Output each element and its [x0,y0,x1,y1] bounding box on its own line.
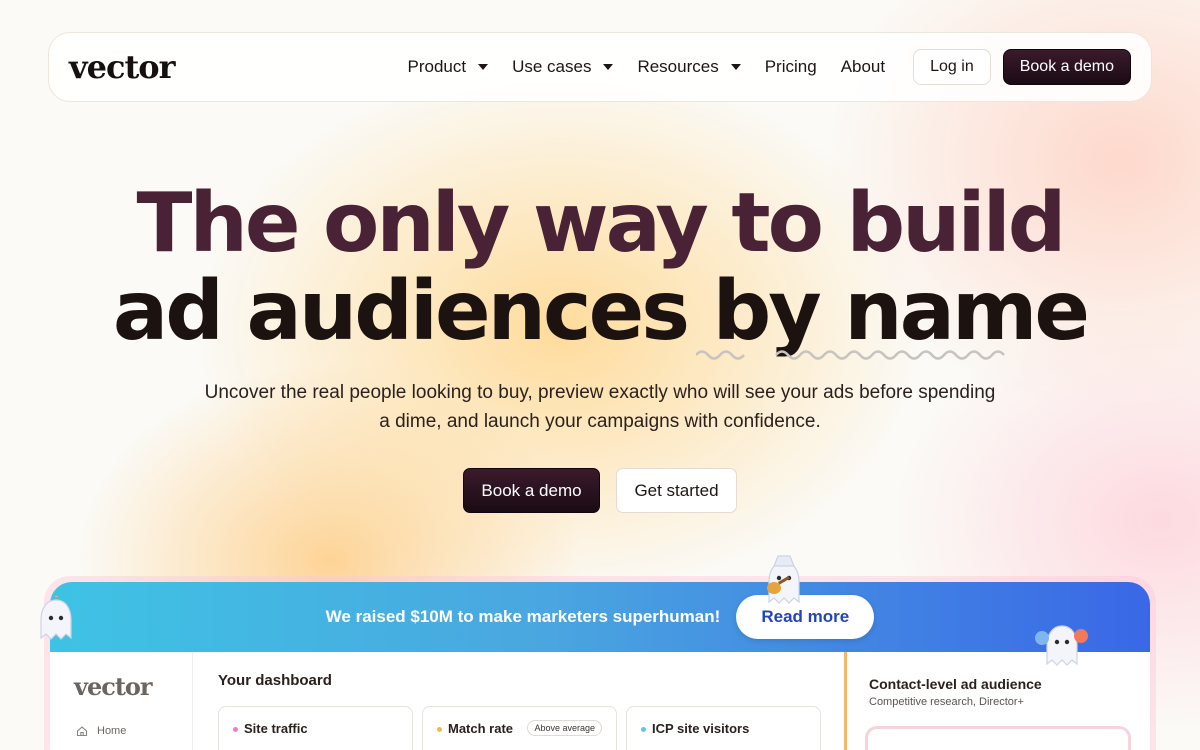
hero-title-line1: The only way to build [136,176,1067,271]
card-icp-site-visitors[interactable]: ICP site visitors [626,706,821,750]
caret-down-icon [603,64,614,70]
get-started-button[interactable]: Get started [616,468,737,513]
nav-item-resources[interactable]: Resources [637,57,741,77]
card-match-rate[interactable]: Match rate Above average [422,706,617,750]
card-dot [437,727,442,732]
nav-book-demo-button[interactable]: Book a demo [1002,49,1131,85]
dashboard-sidebar: vector Home [50,652,193,750]
caret-down-icon [730,64,741,70]
above-average-badge: Above average [527,720,602,736]
dashboard-logo: vector [74,672,153,701]
home-icon [76,726,88,737]
squiggle-underline [696,350,1005,360]
brand-logo[interactable]: vector [69,51,175,83]
audience-contact-card[interactable] [865,726,1131,750]
hero-title: The only way to build ad audiences by na… [0,180,1200,356]
dashboard-preview-frame: We raised $10M to make marketers superhu… [44,576,1156,750]
top-navbar: vector Product Use cases Resources Prici… [48,32,1152,102]
cta-row: Book a demo Get started [0,468,1200,513]
card-label: ICP site visitors [652,721,750,736]
announcement-banner: We raised $10M to make marketers superhu… [50,582,1150,652]
hero-title-line2: ad audiences by name [112,264,1090,359]
dashboard-body: vector Home Your dashboard Site traffic … [50,652,1150,750]
nav-item-label: About [840,57,886,76]
ghost-mascot-guitar-icon [767,555,800,604]
dashboard-preview: We raised $10M to make marketers superhu… [50,582,1150,750]
banner-text: We raised $10M to make marketers superhu… [325,607,721,626]
sidebar-item-label: Home [97,725,127,737]
hero-subtitle: Uncover the real people looking to buy, … [204,382,996,432]
ghost-cheerleader-icon [1035,625,1088,666]
nav-item-use-cases[interactable]: Use cases [512,57,614,77]
dashboard-title: Your dashboard [218,672,332,689]
hero-book-demo-button[interactable]: Book a demo [463,468,600,513]
card-dot [641,727,646,732]
ghost-mascot-icon [40,596,72,640]
nav-links: Product Use cases Resources Pricing Abou… [407,49,1131,85]
card-label: Site traffic [244,721,308,736]
audience-panel: Contact-level ad audience Competitive re… [844,652,1150,750]
audience-panel-title: Contact-level ad audience [869,676,1042,692]
caret-down-icon [478,64,489,70]
audience-panel-subtitle: Competitive research, Director+ [869,696,1024,708]
card-label: Match rate [448,721,514,736]
nav-item-about[interactable]: About [841,57,885,77]
card-dot [233,727,238,732]
nav-item-label: Use cases [512,57,592,76]
nav-item-pricing[interactable]: Pricing [765,57,817,77]
nav-item-product[interactable]: Product [407,57,489,77]
login-button[interactable]: Log in [913,49,991,85]
nav-item-label: Pricing [764,57,817,76]
nav-item-label: Resources [637,57,719,76]
nav-item-label: Product [407,57,467,76]
card-site-traffic[interactable]: Site traffic [218,706,413,750]
sidebar-item-home[interactable]: Home [76,725,126,737]
